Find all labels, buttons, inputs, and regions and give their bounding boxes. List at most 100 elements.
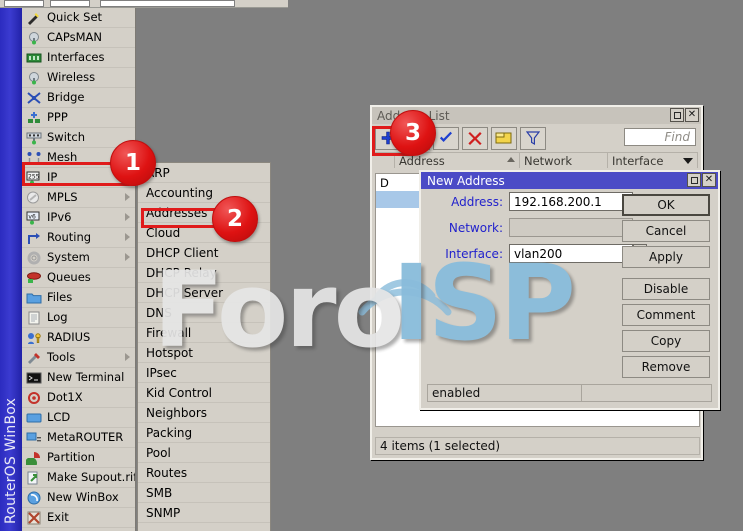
sidebar-item-label: Quick Set: [47, 12, 102, 24]
submenu-item-snmp[interactable]: SNMP: [138, 503, 270, 523]
rail-label: RouterOS WinBox: [3, 398, 19, 524]
sidebar-item-metarouter[interactable]: MetaROUTER: [22, 428, 135, 448]
sidebar-item-routing[interactable]: Routing: [22, 228, 135, 248]
submenu-item-label: Packing: [146, 426, 192, 440]
field-label: Network:: [421, 221, 509, 235]
submenu-item-kid-control[interactable]: Kid Control: [138, 383, 270, 403]
toolbar-box-2[interactable]: [50, 0, 90, 7]
column-menu-icon[interactable]: [683, 158, 693, 164]
submenu-item-ipsec[interactable]: IPsec: [138, 363, 270, 383]
sidebar-item-lcd[interactable]: LCD: [22, 408, 135, 428]
address-list-statusbar: 4 items (1 selected): [375, 437, 700, 455]
field-input-address[interactable]: 192.168.200.1: [509, 192, 633, 211]
sidebar-item-new-winbox[interactable]: New WinBox: [22, 488, 135, 508]
submenu-item-dhcp-server[interactable]: DHCP Server: [138, 283, 270, 303]
sidebar-item-label: IPv6: [47, 212, 71, 224]
close-icon[interactable]: ✕: [685, 108, 699, 122]
submenu-item-dhcp-relay[interactable]: DHCP Relay: [138, 263, 270, 283]
terminal-icon: [26, 371, 42, 385]
enable-button[interactable]: [433, 127, 459, 150]
supout-icon: [26, 471, 42, 485]
new-address-dialog[interactable]: New Address ✕ Address:192.168.200.1Netwo…: [419, 170, 720, 410]
tools-icon: [26, 351, 42, 365]
sort-asc-icon: [507, 157, 515, 162]
sidebar-item-label: RADIUS: [47, 332, 90, 344]
field-input-network[interactable]: [509, 218, 633, 237]
submenu-item-routes[interactable]: Routes: [138, 463, 270, 483]
sidebar-item-system[interactable]: System: [22, 248, 135, 268]
folder-icon: [26, 291, 42, 305]
sidebar-item-files[interactable]: Files: [22, 288, 135, 308]
submenu-item-accounting[interactable]: Accounting: [138, 183, 270, 203]
disable-button[interactable]: [462, 127, 488, 150]
sidebar-item-ppp[interactable]: PPP: [22, 108, 135, 128]
sidebar-item-tools[interactable]: Tools: [22, 348, 135, 368]
sidebar-item-log[interactable]: Log: [22, 308, 135, 328]
sidebar-item-label: Log: [47, 312, 68, 324]
column-network[interactable]: Network: [520, 153, 608, 168]
maximize-icon[interactable]: [687, 173, 701, 187]
find-input[interactable]: Find: [624, 128, 696, 146]
sidebar-item-queues[interactable]: Queues: [22, 268, 135, 288]
address-list-column-headers[interactable]: Address Network Interface: [375, 152, 698, 168]
sidebar-item-capsman[interactable]: CAPsMAN: [22, 28, 135, 48]
new-address-title: New Address: [427, 174, 505, 188]
submenu-item-smb[interactable]: SMB: [138, 483, 270, 503]
new-address-buttons[interactable]: OK Cancel Apply Disable Comment Copy Remove: [622, 194, 710, 382]
submenu-item-packing[interactable]: Packing: [138, 423, 270, 443]
wand-icon: [26, 11, 42, 25]
partition-icon: [26, 451, 42, 465]
winbox-icon: [26, 491, 42, 505]
system-gear-icon: [26, 251, 42, 265]
address-list-window-buttons[interactable]: ✕: [670, 108, 699, 122]
sidebar-item-wireless[interactable]: Wireless: [22, 68, 135, 88]
field-input-interface[interactable]: vlan200: [509, 244, 633, 263]
chevron-right-icon: [125, 353, 130, 361]
submenu-item-arp[interactable]: ARP: [138, 163, 270, 183]
remove-button[interactable]: Remove: [622, 356, 710, 378]
new-address-titlebar[interactable]: New Address ✕: [421, 172, 718, 189]
maximize-icon[interactable]: [670, 108, 684, 122]
toolbar-box-3[interactable]: [100, 0, 235, 7]
sidebar-item-label: Make Supout.rif: [47, 472, 136, 484]
submenu-item-firewall[interactable]: Firewall: [138, 323, 270, 343]
cancel-button[interactable]: Cancel: [622, 220, 710, 242]
sidebar-item-exit[interactable]: Exit: [22, 508, 135, 528]
submenu-item-dns[interactable]: DNS: [138, 303, 270, 323]
switch-icon: [26, 131, 42, 145]
sidebar-item-mpls[interactable]: MPLS: [22, 188, 135, 208]
copy-button[interactable]: Copy: [622, 330, 710, 352]
comment-button[interactable]: Comment: [622, 304, 710, 326]
callout-badge-3: 3: [390, 110, 436, 156]
submenu-item-pool[interactable]: Pool: [138, 443, 270, 463]
ok-button[interactable]: OK: [622, 194, 710, 216]
close-icon[interactable]: ✕: [702, 173, 716, 187]
sidebar-item-bridge[interactable]: Bridge: [22, 88, 135, 108]
sidebar-item-label: Wireless: [47, 72, 95, 84]
sidebar-item-radius[interactable]: RADIUS: [22, 328, 135, 348]
main-menu[interactable]: Quick Set CAPsMANInterfaces Wireless Bridge…: [22, 8, 136, 531]
sidebar-item-quick-set[interactable]: Quick Set: [22, 8, 135, 28]
sidebar-item-label: New Terminal: [47, 372, 124, 384]
filter-button[interactable]: [520, 127, 546, 150]
queues-icon: [26, 271, 42, 285]
radius-key-icon: [26, 331, 42, 345]
sidebar-item-new-terminal[interactable]: New Terminal: [22, 368, 135, 388]
submenu-item-dhcp-client[interactable]: DHCP Client: [138, 243, 270, 263]
apply-button[interactable]: Apply: [622, 246, 710, 268]
sidebar-item-label: Queues: [47, 272, 91, 284]
chevron-right-icon: [125, 233, 130, 241]
submenu-item-neighbors[interactable]: Neighbors: [138, 403, 270, 423]
sidebar-item-interfaces[interactable]: Interfaces: [22, 48, 135, 68]
sidebar-item-make-supout-rif[interactable]: Make Supout.rif: [22, 468, 135, 488]
column-interface[interactable]: Interface: [608, 153, 698, 168]
comment-button[interactable]: [491, 127, 517, 150]
sidebar-item-ipv6[interactable]: v6IPv6: [22, 208, 135, 228]
submenu-item-hotspot[interactable]: Hotspot: [138, 343, 270, 363]
disable-button[interactable]: Disable: [622, 278, 710, 300]
toolbar-box-1[interactable]: [4, 0, 44, 7]
screen: RouterOS WinBox Quick SetCAPsMANInterfac…: [0, 0, 743, 531]
new-address-window-buttons[interactable]: ✕: [687, 173, 716, 187]
sidebar-item-partition[interactable]: Partition: [22, 448, 135, 468]
sidebar-item-dot1x[interactable]: Dot1X: [22, 388, 135, 408]
